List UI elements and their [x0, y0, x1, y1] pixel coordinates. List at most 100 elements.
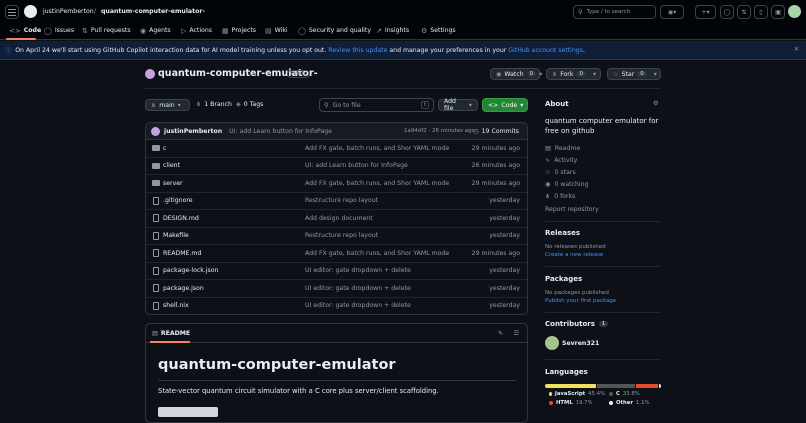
language-item[interactable]: C 33.8%: [605, 391, 665, 397]
go-to-file-input[interactable]: ⚲ Go to file t: [319, 98, 434, 112]
close-icon[interactable]: ✕: [794, 46, 799, 53]
language-percent: 19.7%: [575, 400, 593, 406]
file-name-link[interactable]: client: [163, 162, 180, 169]
file-row[interactable]: package-lock.json UI editor: gate dropdow…: [146, 263, 527, 280]
github-logo-icon[interactable]: [24, 5, 37, 18]
releases-heading[interactable]: Releases: [545, 229, 580, 237]
readme-panel: ▤ README ✎ ☰ quantum-computer-emulator S…: [145, 323, 528, 423]
language-item[interactable]: Other 1.1%: [605, 400, 665, 406]
file-name-link[interactable]: c: [163, 145, 166, 152]
language-item[interactable]: HTML 19.7%: [545, 400, 605, 406]
file-row[interactable]: client UI: add Learn button for InfoPage 2…: [146, 158, 527, 175]
sidebar-divider: [545, 359, 661, 360]
file-commit-message[interactable]: Add FX gate, batch runs, and Shor YAML m…: [305, 250, 449, 257]
tab-projects[interactable]: ▦ Projects: [222, 25, 256, 36]
edit-icon[interactable]: ✎: [498, 330, 503, 337]
report-repository-link[interactable]: Report repository: [545, 206, 599, 213]
activity-link[interactable]: ∿ Activity: [545, 157, 577, 164]
packages-heading[interactable]: Packages: [545, 275, 582, 283]
create-release-link[interactable]: Create a new release: [545, 252, 603, 258]
file-commit-message[interactable]: Restructure repo layout: [305, 232, 378, 239]
file-commit-message[interactable]: Add FX gate, batch runs, and Shor YAML m…: [305, 145, 449, 152]
commits-link[interactable]: ◷ 19 Commits: [473, 128, 519, 135]
file-commit-time: yesterday: [489, 267, 520, 275]
tab-insights[interactable]: ↗ Insights: [376, 25, 409, 36]
commit-hash[interactable]: 1a94df2 · 26 minutes ago: [404, 128, 475, 134]
avatar[interactable]: [788, 5, 801, 18]
file-icon: [153, 196, 159, 205]
create-new-button[interactable]: +▾: [695, 5, 716, 19]
file-commit-message[interactable]: Restructure repo layout: [305, 197, 378, 204]
readme-tab[interactable]: README: [161, 330, 190, 337]
tab-issues[interactable]: ◯ Issues: [44, 25, 74, 36]
copilot-button[interactable]: ◉▾: [660, 5, 684, 19]
commit-message[interactable]: UI: add Learn button for InfoPage: [229, 128, 332, 135]
branches-link[interactable]: ⋔ 1 Branch: [196, 101, 232, 108]
file-row[interactable]: package.json UI editor: gate dropdown + d…: [146, 280, 527, 298]
file-row[interactable]: README.md Add FX gate, batch runs, and Sh…: [146, 245, 527, 263]
watching-link[interactable]: ◉ 0 watching: [545, 181, 588, 188]
file-row[interactable]: shell.nix UI editor: gate dropdown + dele…: [146, 298, 527, 315]
repos-button[interactable]: ▯: [754, 5, 768, 19]
file-name-link[interactable]: README.md: [163, 250, 201, 257]
outline-icon[interactable]: ☰: [513, 330, 519, 337]
add-file-button[interactable]: Add file ▾: [438, 98, 478, 112]
language-percent: 33.8%: [622, 391, 640, 397]
file-name-link[interactable]: shell.nix: [163, 302, 189, 309]
file-commit-message[interactable]: UI editor: gate dropdown + delete: [305, 267, 411, 274]
file-commit-message[interactable]: Add design document: [305, 215, 373, 222]
file-commit-message[interactable]: UI editor: gate dropdown + delete: [305, 285, 411, 292]
watch-button[interactable]: ◉ Watch 0 ▾: [490, 68, 542, 80]
fork-button[interactable]: ⋔ Fork 0 ▾: [546, 68, 601, 80]
tab-security[interactable]: ◯ Security and quality: [298, 25, 371, 36]
file-commit-message[interactable]: UI editor: gate dropdown + delete: [305, 302, 411, 309]
account-settings-link[interactable]: GitHub account settings: [508, 47, 583, 54]
file-commit-message[interactable]: UI: add Learn button for InfoPage: [305, 162, 408, 169]
tags-link[interactable]: ◈ 0 Tags: [236, 101, 263, 108]
tab-agents[interactable]: ◉ Agents: [140, 25, 171, 36]
forks-link[interactable]: ⋔ 0 forks: [545, 193, 575, 200]
tab-actions[interactable]: ▷ Actions: [181, 25, 212, 36]
notifications-button[interactable]: ▣: [771, 5, 785, 19]
contributors-heading[interactable]: Contributors 1: [545, 320, 609, 328]
contributor-avatar[interactable]: [545, 336, 559, 350]
search-input[interactable]: ⚲ Type / to search: [573, 5, 656, 19]
tab-code[interactable]: <> Code: [9, 25, 41, 36]
file-commit-message[interactable]: Add FX gate, batch runs, and Shor YAML m…: [305, 180, 449, 187]
issues-button[interactable]: ◯: [720, 5, 734, 19]
file-name-link[interactable]: Makefile: [163, 232, 189, 239]
review-update-link[interactable]: Review this update: [328, 47, 387, 54]
branch-icon: ⋔: [196, 101, 202, 108]
file-row[interactable]: c Add FX gate, batch runs, and Shor YAML …: [146, 140, 527, 158]
star-button[interactable]: ☆ Star 0 ▾: [607, 68, 661, 80]
menu-button[interactable]: [5, 5, 19, 19]
readme-link[interactable]: ▤ Readme: [545, 145, 580, 152]
file-name-link[interactable]: package-lock.json: [163, 267, 218, 274]
file-row[interactable]: server Add FX gate, batch runs, and Shor …: [146, 175, 527, 193]
language-item[interactable]: JavaScript 45.4%: [545, 391, 605, 397]
pull-requests-button[interactable]: ⇅: [737, 5, 751, 19]
gear-icon: ⚙: [421, 26, 428, 35]
file-name-link[interactable]: DESIGN.md: [163, 215, 199, 222]
chevron-down-icon: ▾: [592, 70, 597, 78]
tab-wiki[interactable]: ▤ Wiki: [265, 25, 288, 36]
about-settings-icon[interactable]: ⚙: [653, 100, 659, 107]
owner-link[interactable]: justinPemberton: [43, 8, 94, 15]
file-row[interactable]: DESIGN.md Add design document yesterday: [146, 210, 527, 228]
repo-link[interactable]: quantum-computer-emulator-: [101, 8, 205, 15]
file-row[interactable]: .gitignore Restructure repo layout yesterd…: [146, 193, 527, 210]
language-dot-icon: [609, 392, 613, 396]
file-name-link[interactable]: server: [163, 180, 183, 187]
contributor-name[interactable]: Sevren321: [562, 340, 599, 347]
branch-select[interactable]: ⋔ main ▾: [145, 99, 190, 111]
contributors-count: 1: [598, 321, 609, 327]
code-button[interactable]: <> Code ▾: [482, 98, 528, 112]
tab-settings[interactable]: ⚙ Settings: [421, 25, 456, 36]
file-name-link[interactable]: package.json: [163, 285, 204, 292]
publish-package-link[interactable]: Publish your first package: [545, 298, 616, 304]
file-name-link[interactable]: .gitignore: [163, 197, 193, 204]
commit-author[interactable]: justinPemberton: [164, 128, 222, 135]
tab-pull-requests[interactable]: ⇅ Pull requests: [82, 25, 131, 36]
stars-link[interactable]: ☆ 0 stars: [545, 169, 576, 176]
file-row[interactable]: Makefile Restructure repo layout yesterday: [146, 228, 527, 245]
